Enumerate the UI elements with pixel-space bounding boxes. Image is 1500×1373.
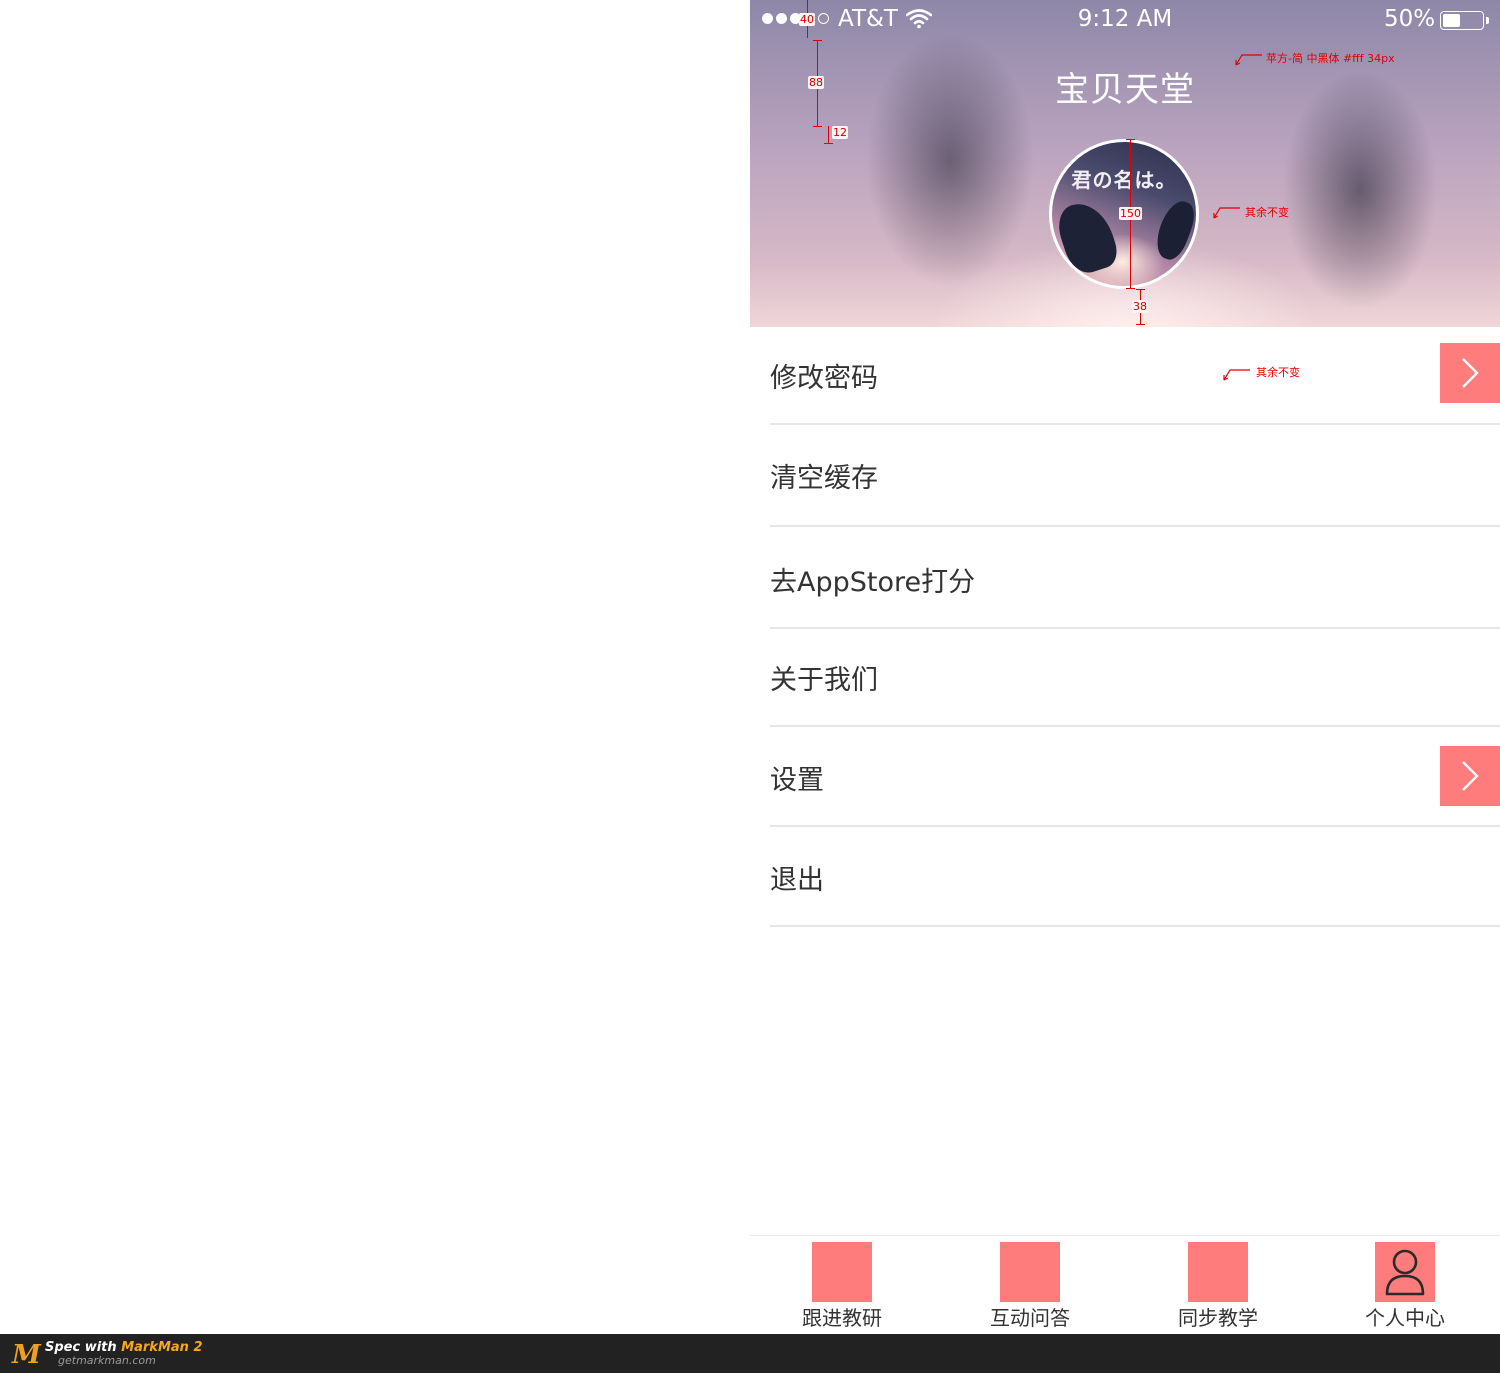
avatar-annotation: 其余不变 [1245,206,1289,219]
menu-item-label: 关于我们 [770,665,878,696]
tab-label: 同步教学 [1178,1306,1258,1330]
chevron-right-button[interactable] [1440,746,1500,806]
menu-item-label: 退出 [770,865,824,896]
measure-label-status: 40 [799,13,815,26]
font-annotation: 苹方-简 中黑体 #fff 34px [1266,52,1395,65]
markman-footer: M Spec with MarkMan 2 getmarkman.com [0,1334,1500,1373]
menu-item-change-password[interactable]: 修改密码 其余不变 [770,327,1500,425]
row-annotation: 其余不变 [1256,366,1300,379]
menu-item-label: 去AppStore打分 [770,567,976,598]
annotation-arrow-icon [1223,369,1250,381]
tab-label: 跟进教研 [802,1306,882,1330]
tab-interactive-qa[interactable]: 互动问答 [970,1236,1090,1334]
profile-header: AT&T 9:12 AM 50% 宝贝天堂 君の名は。 40 88 12 苹方-… [750,0,1500,327]
placeholder-icon [1188,1242,1248,1302]
menu-item-clear-cache[interactable]: 清空缓存 [770,425,1500,527]
tab-bar: 跟进教研 互动问答 同步教学 个人中心 [750,1235,1500,1334]
menu-item-settings[interactable]: 设置 [770,727,1500,827]
measure-label-gap: 12 [832,126,848,139]
chevron-right-button[interactable] [1440,343,1500,403]
menu-item-rate-appstore[interactable]: 去AppStore打分 [770,527,1500,629]
annotation-arrow-icon [1213,207,1240,219]
markman-brand: MarkMan 2 [121,1340,203,1355]
menu-item-label: 设置 [770,765,824,796]
chevron-right-icon [1462,761,1479,791]
placeholder-icon [812,1242,872,1302]
menu-item-logout[interactable]: 退出 [770,827,1500,927]
menu-item-label: 清空缓存 [770,463,878,494]
tab-label: 互动问答 [990,1306,1070,1330]
app-title: 宝贝天堂 [1055,70,1195,110]
markman-url[interactable]: getmarkman.com [58,1354,156,1367]
measure-label-nav: 88 [808,76,824,89]
measure-label-avatar: 150 [1119,207,1142,220]
tab-personal-center[interactable]: 个人中心 [1345,1236,1465,1334]
battery-icon [1440,11,1484,30]
chevron-right-icon [1462,358,1479,388]
avatar-caption: 君の名は。 [1071,168,1177,192]
spec-canvas: AT&T 9:12 AM 50% 宝贝天堂 君の名は。 40 88 12 苹方-… [0,0,1500,1373]
tab-label: 个人中心 [1365,1306,1445,1330]
battery-percent: 50% [1384,6,1436,32]
tab-sync-teaching[interactable]: 同步教学 [1158,1236,1278,1334]
status-bar: AT&T 9:12 AM 50% [750,0,1500,40]
phone-screen: AT&T 9:12 AM 50% 宝贝天堂 君の名は。 40 88 12 苹方-… [750,0,1500,1334]
tab-follow-research[interactable]: 跟进教研 [782,1236,902,1334]
menu-item-label: 修改密码 [770,363,878,394]
markman-logo: M [12,1340,41,1370]
placeholder-icon [1000,1242,1060,1302]
measure-label-bottom: 38 [1132,300,1148,313]
annotation-arrow-icon [1235,54,1262,66]
user-icon [1375,1242,1435,1302]
menu-item-about-us[interactable]: 关于我们 [770,629,1500,727]
divider [770,925,1500,927]
